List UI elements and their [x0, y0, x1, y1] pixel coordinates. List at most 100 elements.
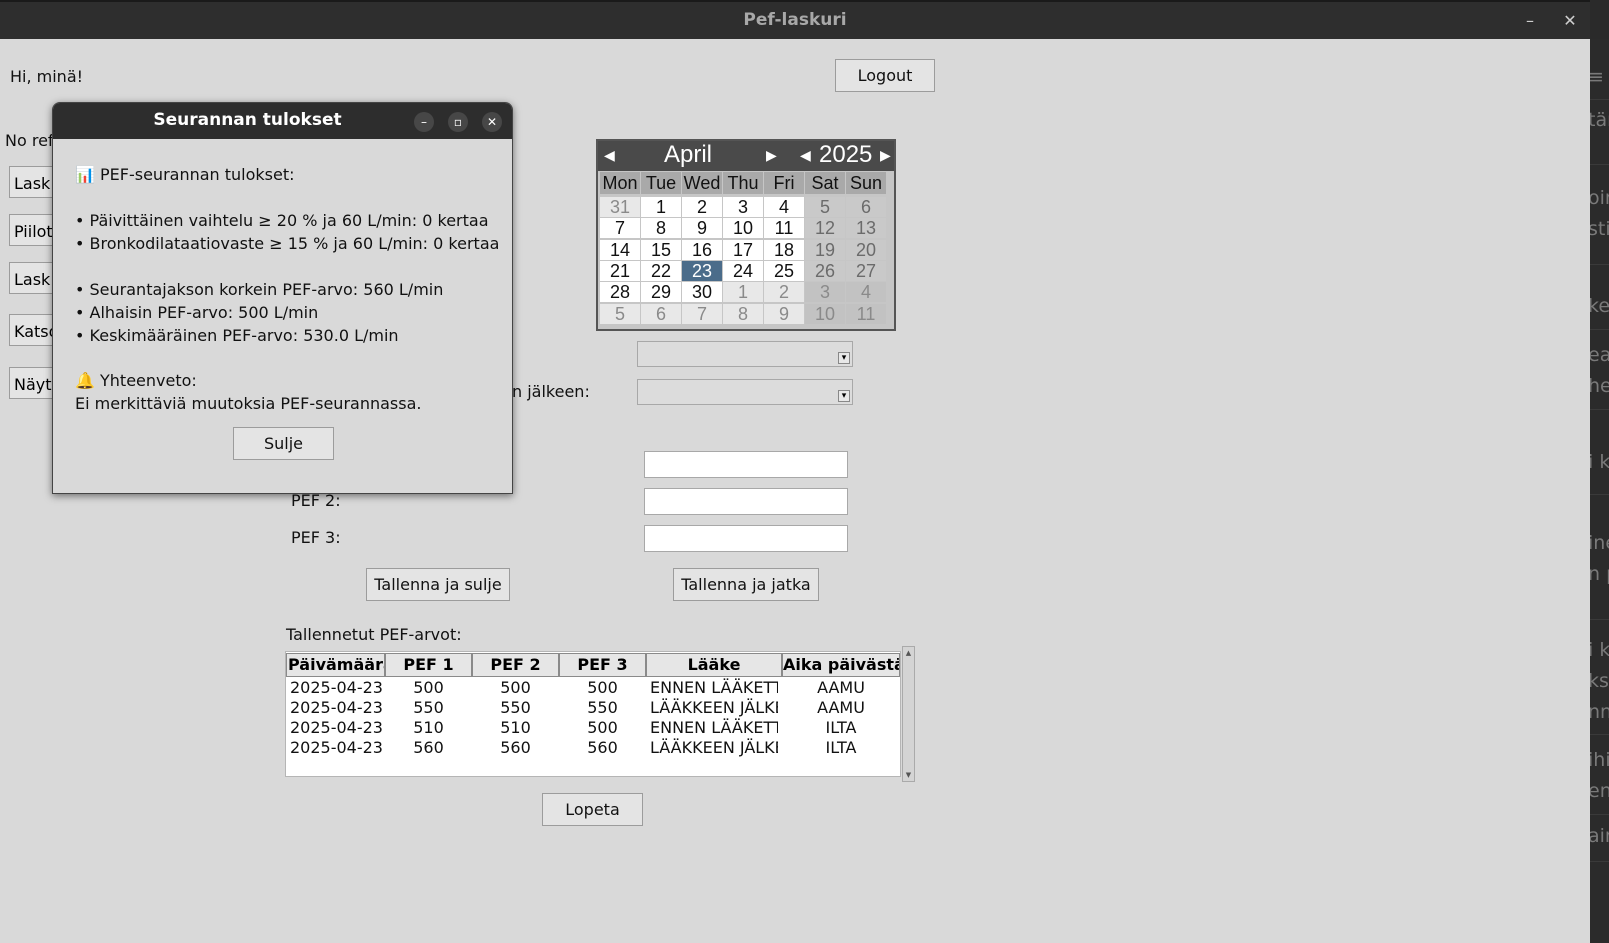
calendar-day[interactable]: 2: [682, 197, 722, 217]
logout-button[interactable]: Logout: [835, 59, 935, 92]
calendar-day[interactable]: 9: [682, 218, 722, 239]
calendar-day[interactable]: 31: [600, 197, 640, 217]
divider: [1590, 329, 1609, 330]
results-dialog: Seurannan tulokset – ▫ ✕ 📊 PEF-seurannan…: [52, 102, 513, 494]
calendar-day[interactable]: 15: [641, 239, 681, 260]
window-title: Pef-laskuri: [743, 10, 847, 30]
table-cell: LÄÄKKEEN JÄLKEEN: [650, 738, 778, 757]
strip-text: en: [1590, 780, 1609, 802]
prev-month-icon[interactable]: ◀: [604, 141, 615, 169]
calendar-day[interactable]: 14: [600, 239, 640, 260]
minimize-icon[interactable]: –: [1520, 11, 1540, 30]
calendar-day[interactable]: 3: [723, 197, 763, 217]
pef1-input[interactable]: [644, 451, 848, 478]
dialog-minimize-icon[interactable]: –: [414, 112, 434, 132]
calendar-weekday: Wed: [682, 172, 722, 194]
divider: [1590, 99, 1609, 100]
calendar-day[interactable]: 7: [682, 303, 722, 324]
date-calendar: ◀ April ▶ ◀ 2025 ▶ Mon Tue Wed Thu Fri Sat Sun…: [596, 139, 896, 331]
column-header-medication[interactable]: Lääke: [646, 653, 782, 677]
calendar-day[interactable]: 28: [600, 282, 640, 303]
calendar-day[interactable]: 16: [682, 239, 722, 260]
calendar-day[interactable]: 7: [600, 218, 640, 239]
calendar-day[interactable]: 5: [600, 303, 640, 324]
calendar-day[interactable]: 29: [641, 282, 681, 303]
table-cell: ILTA: [825, 718, 857, 737]
calendar-day[interactable]: 26: [805, 260, 845, 281]
next-year-icon[interactable]: ▶: [880, 141, 891, 169]
column-header-pef2[interactable]: PEF 2: [472, 653, 559, 677]
dialog-close-button[interactable]: Sulje: [233, 427, 334, 460]
calendar-year: 2025: [819, 141, 873, 168]
table-cell: 500: [587, 718, 618, 737]
calendar-day[interactable]: 12: [805, 218, 845, 239]
column-header-pef1[interactable]: PEF 1: [385, 653, 472, 677]
calendar-day[interactable]: 21: [600, 260, 640, 281]
table-cell: 550: [500, 698, 531, 717]
close-icon[interactable]: ✕: [1560, 11, 1580, 30]
save-and-close-button[interactable]: Tallenna ja sulje: [366, 568, 510, 601]
table-cell: 560: [413, 738, 444, 757]
table-scrollbar[interactable]: ▲ ▼: [902, 646, 915, 782]
calendar-weekday: Fri: [764, 172, 804, 194]
calendar-day[interactable]: 1: [641, 197, 681, 217]
calendar-day[interactable]: 8: [723, 303, 763, 324]
save-and-continue-button[interactable]: Tallenna ja jatka: [673, 568, 819, 601]
window-titlebar: Pef-laskuri – ✕: [0, 0, 1590, 39]
calendar-day[interactable]: 4: [764, 197, 804, 217]
calendar-day[interactable]: 27: [846, 260, 886, 281]
calendar-day[interactable]: 20: [846, 239, 886, 260]
highest-pef-result: • Seurantajakson korkein PEF-arvo: 560 L…: [75, 280, 444, 299]
scroll-down-icon[interactable]: ▼: [904, 770, 913, 780]
table-cell: 510: [413, 718, 444, 737]
table-cell: 500: [413, 678, 444, 697]
medication-select[interactable]: ▾: [637, 341, 853, 367]
prev-year-icon[interactable]: ◀: [800, 141, 811, 169]
column-header-pef3[interactable]: PEF 3: [559, 653, 646, 677]
table-cell: AAMU: [817, 698, 865, 717]
strip-text: sti: [1590, 218, 1609, 240]
calendar-day[interactable]: 10: [805, 303, 845, 324]
strip-text: ks: [1590, 670, 1609, 692]
dialog-close-icon[interactable]: ✕: [482, 112, 502, 132]
dialog-maximize-icon[interactable]: ▫: [448, 112, 468, 132]
pef3-input[interactable]: [644, 525, 848, 552]
quit-button[interactable]: Lopeta: [542, 793, 643, 826]
calendar-day[interactable]: 22: [641, 260, 681, 281]
calendar-day[interactable]: 2: [764, 282, 804, 303]
calendar-day[interactable]: 9: [764, 303, 804, 324]
table-cell: 550: [587, 698, 618, 717]
calendar-day[interactable]: 3: [805, 282, 845, 303]
dialog-titlebar: Seurannan tulokset – ▫ ✕: [53, 103, 512, 139]
calendar-day[interactable]: 1: [723, 282, 763, 303]
column-header-time[interactable]: Aika päivästä: [782, 653, 900, 677]
calendar-day[interactable]: 17: [723, 239, 763, 260]
calendar-day[interactable]: 5: [805, 197, 845, 217]
calendar-day[interactable]: 4: [846, 282, 886, 303]
calendar-day[interactable]: 24: [723, 260, 763, 281]
pef2-input[interactable]: [644, 488, 848, 515]
calendar-day[interactable]: 18: [764, 239, 804, 260]
scroll-up-icon[interactable]: ▲: [904, 648, 913, 658]
table-cell: 510: [500, 718, 531, 737]
calendar-day[interactable]: 10: [723, 218, 763, 239]
calendar-day[interactable]: 25: [764, 260, 804, 281]
time-of-day-label: n jälkeen:: [512, 382, 590, 401]
calendar-day[interactable]: 23: [682, 260, 722, 281]
background-window-strip: ≡ tär oir sti ker ea he i k ine n p i k …: [1590, 39, 1609, 943]
strip-text: ea: [1590, 344, 1609, 366]
next-month-icon[interactable]: ▶: [766, 141, 777, 169]
results-heading: 📊 PEF-seurannan tulokset:: [75, 165, 295, 184]
calendar-day[interactable]: 8: [641, 218, 681, 239]
calendar-day[interactable]: 13: [846, 218, 886, 239]
strip-text: i k: [1590, 451, 1609, 473]
calendar-day[interactable]: 6: [846, 197, 886, 217]
calendar-day[interactable]: 19: [805, 239, 845, 260]
calendar-day[interactable]: 6: [641, 303, 681, 324]
time-of-day-select[interactable]: ▾: [637, 379, 853, 405]
calendar-day[interactable]: 11: [846, 303, 886, 324]
table-cell: LÄÄKKEEN JÄLKEEN: [650, 698, 778, 717]
calendar-day[interactable]: 30: [682, 282, 722, 303]
column-header-date[interactable]: Päivämäärä: [286, 653, 385, 677]
calendar-day[interactable]: 11: [764, 218, 804, 239]
